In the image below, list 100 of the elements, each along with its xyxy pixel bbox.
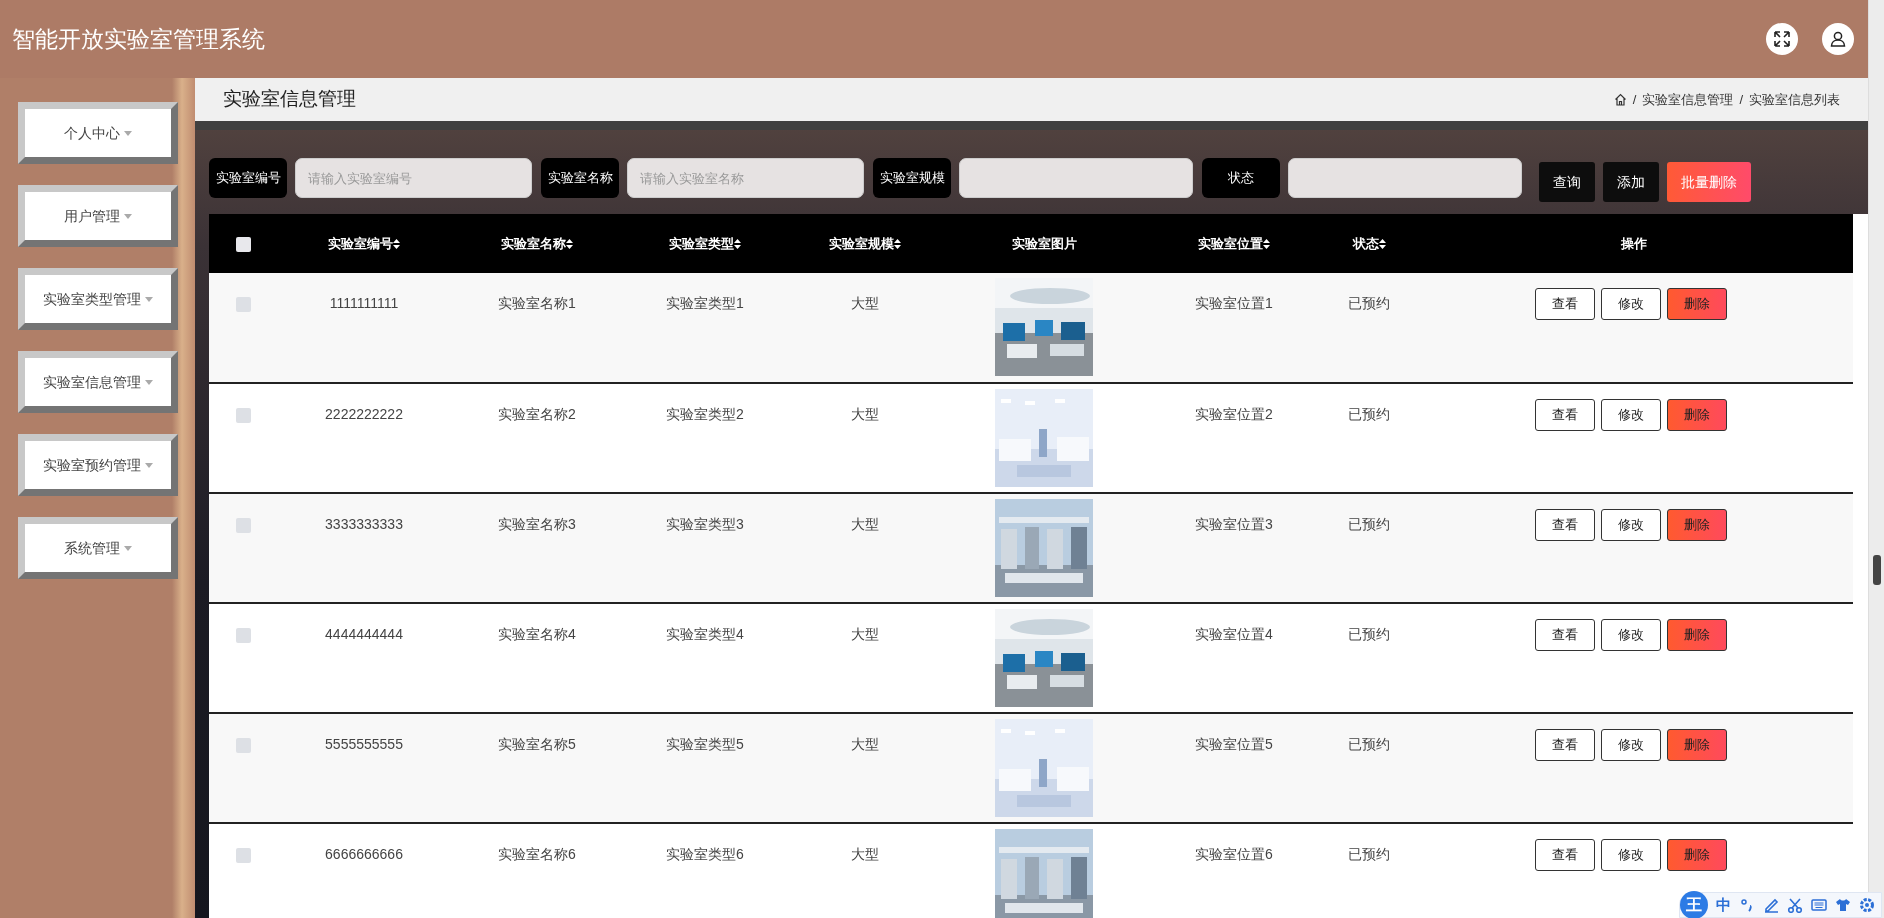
row-checkbox[interactable] (235, 296, 251, 312)
ime-logo[interactable]: 王 (1680, 891, 1708, 918)
row-action-button[interactable]: 查看 (1535, 509, 1595, 541)
row-checkbox[interactable] (235, 517, 251, 533)
table-cell: 3333333333 (325, 516, 403, 532)
table-cell: 实验室位置4 (1195, 626, 1273, 642)
column-header[interactable]: 实验室位置 (1198, 233, 1263, 254)
row-action-button[interactable]: 查看 (1535, 839, 1595, 871)
row-action-button[interactable]: 修改 (1601, 839, 1661, 871)
sidebar-menu-item[interactable]: 实验室类型管理 (18, 268, 178, 330)
select-all-checkbox[interactable] (235, 236, 251, 252)
sidebar-menu-item[interactable]: 用户管理 (18, 185, 178, 247)
row-action-button[interactable]: 查看 (1535, 399, 1595, 431)
caret-icon (124, 213, 132, 219)
shirt-icon[interactable] (1835, 897, 1851, 913)
filter-label: 实验室规模 (873, 158, 951, 198)
delete-button[interactable]: 删除 (1667, 729, 1727, 761)
expand-icon (1773, 30, 1791, 48)
column-header[interactable]: 状态 (1352, 233, 1379, 254)
table-cell: 实验室位置6 (1195, 846, 1273, 862)
pen-icon[interactable] (1763, 897, 1779, 913)
app-title: 智能开放实验室管理系统 (12, 24, 265, 54)
table-cell: 6666666666 (325, 846, 403, 862)
column-header[interactable]: 实验室名称 (501, 233, 566, 254)
row-action-button[interactable]: 修改 (1601, 619, 1661, 651)
sort-icon[interactable] (566, 238, 573, 249)
table-cell: 实验室类型3 (666, 516, 744, 532)
home-icon[interactable] (1613, 93, 1627, 106)
row-action-button[interactable]: 查看 (1535, 619, 1595, 651)
scrollbar[interactable] (1868, 0, 1884, 918)
sort-icon[interactable] (1378, 238, 1386, 249)
caret-icon (124, 545, 132, 551)
column-header[interactable]: 实验室规模 (829, 233, 894, 254)
keyboard-icon[interactable] (1811, 897, 1827, 913)
table-cell: 大型 (851, 846, 879, 862)
table-cell: 实验室名称1 (498, 295, 576, 311)
table-cell: 大型 (851, 406, 879, 422)
breadcrumb-current: 实验室信息列表 (1749, 90, 1840, 109)
delete-button[interactable]: 删除 (1667, 839, 1727, 871)
settings-icon[interactable] (1859, 897, 1875, 913)
row-checkbox[interactable] (235, 407, 251, 423)
table-cell: 已预约 (1348, 516, 1390, 532)
table-cell: 1111111111 (329, 295, 399, 311)
table-cell: 实验室名称2 (498, 406, 576, 422)
action-button[interactable]: 添加 (1603, 162, 1659, 202)
sidebar-menu-item[interactable]: 实验室信息管理 (18, 351, 178, 413)
column-header[interactable]: 实验室编号 (328, 233, 393, 254)
row-action-button[interactable]: 修改 (1601, 729, 1661, 761)
caret-icon (145, 379, 153, 385)
text-field[interactable]: 请输入实验室名称 (627, 158, 864, 198)
row-action-button[interactable]: 查看 (1535, 288, 1595, 320)
table-cell: 已预约 (1348, 736, 1390, 752)
filter-label: 实验室编号 (209, 158, 287, 198)
sort-icon[interactable] (734, 238, 741, 249)
table-cell: 实验室类型5 (666, 736, 744, 752)
filter-label: 状态 (1202, 158, 1280, 198)
delete-button[interactable]: 删除 (1667, 288, 1727, 320)
delete-button[interactable]: 删除 (1667, 619, 1727, 651)
table-cell: 大型 (851, 736, 879, 752)
sidebar-menu-item[interactable]: 系统管理 (18, 517, 178, 579)
delete-button[interactable]: 删除 (1667, 509, 1727, 541)
table-cell: 5555555555 (325, 736, 403, 752)
row-action-button[interactable]: 修改 (1601, 399, 1661, 431)
punctuation-icon[interactable] (1739, 897, 1755, 913)
column-header[interactable]: 实验室类型 (669, 233, 734, 254)
table-cell: 实验室名称6 (498, 846, 576, 862)
sidebar-menu-item[interactable]: 个人中心 (18, 102, 178, 164)
table-cell: 实验室类型4 (666, 626, 744, 642)
sidebar-menu-item[interactable]: 实验室预约管理 (18, 434, 178, 496)
caret-icon (145, 296, 153, 302)
row-action-button[interactable]: 修改 (1601, 509, 1661, 541)
table-cell: 实验室位置3 (1195, 516, 1273, 532)
caret-icon (145, 462, 153, 468)
row-checkbox[interactable] (235, 737, 251, 753)
fullscreen-button[interactable] (1766, 23, 1798, 55)
table-cell: 实验室位置1 (1195, 295, 1273, 311)
text-field[interactable]: 请输入实验室编号 (295, 158, 532, 198)
table-cell: 大型 (851, 626, 879, 642)
scissors-icon[interactable] (1787, 897, 1803, 913)
delete-button[interactable]: 删除 (1667, 399, 1727, 431)
table-cell: 已预约 (1348, 406, 1390, 422)
row-action-button[interactable]: 修改 (1601, 288, 1661, 320)
row-action-button[interactable]: 查看 (1535, 729, 1595, 761)
scrollbar-thumb[interactable] (1873, 555, 1881, 585)
column-header: 实验室图片 (1011, 234, 1077, 253)
select-field[interactable] (1288, 158, 1522, 198)
select-field[interactable] (959, 158, 1193, 198)
input-mode-toggle[interactable]: 中 (1716, 893, 1731, 917)
table-cell: 实验室类型1 (666, 295, 744, 311)
row-checkbox[interactable] (235, 627, 251, 643)
action-button[interactable]: 查询 (1539, 162, 1595, 202)
caret-icon (124, 130, 132, 136)
sort-icon[interactable] (393, 238, 400, 249)
table-cell: 已预约 (1348, 846, 1390, 862)
breadcrumb-link[interactable]: 实验室信息管理 (1642, 89, 1734, 110)
sort-icon[interactable] (894, 238, 901, 249)
user-button[interactable] (1822, 23, 1854, 55)
row-checkbox[interactable] (235, 847, 251, 863)
table-cell: 实验室类型6 (666, 846, 744, 862)
sort-icon[interactable] (1263, 238, 1270, 249)
